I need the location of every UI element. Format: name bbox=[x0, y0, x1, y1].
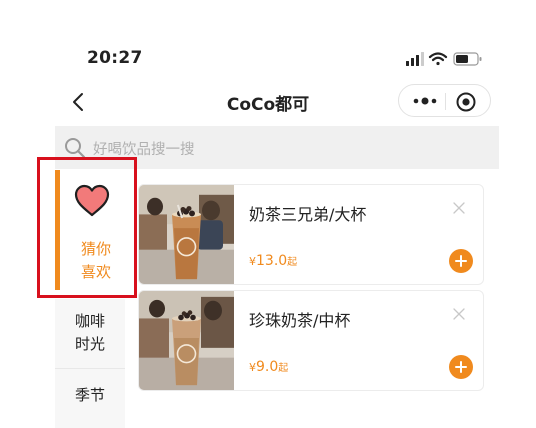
product-card[interactable]: 珍珠奶茶/中杯 ¥9.0起 bbox=[138, 290, 484, 391]
add-to-cart-button[interactable] bbox=[449, 249, 473, 273]
close-icon[interactable] bbox=[452, 201, 466, 215]
status-icons bbox=[406, 52, 482, 66]
mini-program-capsule bbox=[398, 84, 491, 117]
product-name: 奶茶三兄弟/大杯 bbox=[249, 205, 367, 224]
product-price: ¥13.0起 bbox=[249, 253, 298, 269]
status-time: 20:27 bbox=[87, 48, 143, 68]
add-to-cart-button[interactable] bbox=[449, 355, 473, 379]
more-icon[interactable] bbox=[411, 91, 439, 111]
close-miniprogram-icon[interactable] bbox=[455, 91, 477, 113]
sidebar-item-coffee[interactable]: 咖啡 时光 bbox=[55, 310, 125, 356]
product-name: 珍珠奶茶/中杯 bbox=[249, 311, 351, 330]
close-icon[interactable] bbox=[452, 307, 466, 321]
product-price: ¥9.0起 bbox=[249, 359, 289, 375]
signal-icon bbox=[406, 52, 424, 66]
wifi-icon bbox=[428, 52, 448, 66]
capsule-divider bbox=[445, 93, 446, 110]
highlight-box bbox=[37, 157, 137, 298]
sidebar-item-seasonal[interactable]: 季节 bbox=[55, 384, 125, 405]
product-card[interactable]: 奶茶三兄弟/大杯 ¥13.0起 bbox=[138, 184, 484, 285]
sidebar-divider bbox=[55, 368, 125, 369]
product-image bbox=[139, 291, 234, 390]
search-placeholder: 好喝饮品搜一搜 bbox=[93, 142, 195, 158]
battery-icon bbox=[453, 52, 482, 66]
product-image bbox=[139, 185, 234, 284]
